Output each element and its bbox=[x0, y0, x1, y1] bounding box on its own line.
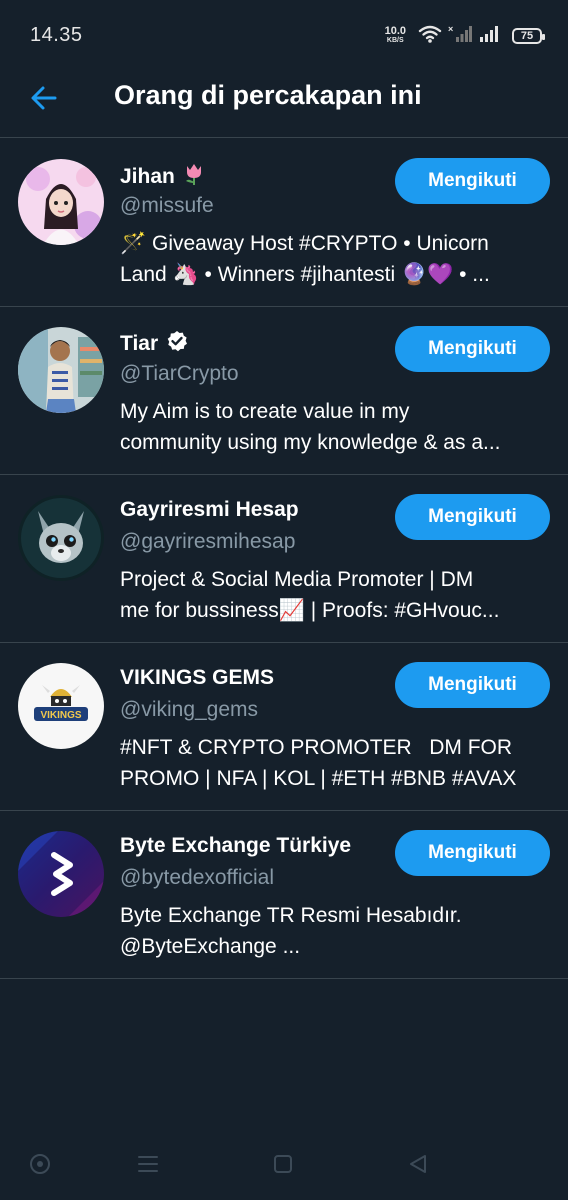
triangle-back-icon bbox=[407, 1153, 429, 1180]
page-title: Orang di percakapan ini bbox=[114, 80, 422, 110]
tulip-icon bbox=[183, 162, 205, 192]
home-button[interactable] bbox=[267, 1150, 299, 1182]
avatar-logo-text: VIKINGS bbox=[40, 710, 81, 721]
following-button[interactable]: Mengikuti bbox=[395, 326, 550, 372]
bio-line-1: Project & Social Media Promoter | DM bbox=[120, 568, 474, 591]
avatar[interactable] bbox=[18, 159, 104, 245]
battery-icon: 75 bbox=[512, 28, 545, 44]
wifi-icon bbox=[418, 24, 442, 49]
bio-line-1: Byte Exchange TR Resmi Hesabıdır. bbox=[120, 904, 462, 927]
bio-line-2: @ByteExchange ... bbox=[120, 935, 301, 958]
user-bio: 🪄 Giveaway Host #CRYPTO • Unicorn Land 🦄… bbox=[120, 228, 550, 290]
user-name-text: Tiar bbox=[120, 332, 159, 355]
bio-line-2: PROMO | NFA | KOL | #ETH #BNB #AVAX bbox=[120, 767, 517, 790]
user-name: Tiar bbox=[120, 330, 188, 358]
avatar[interactable] bbox=[18, 831, 104, 917]
user-handle: @bytedexofficial bbox=[120, 866, 275, 889]
user-name: Byte Exchange Türkiye bbox=[120, 834, 351, 858]
bio-line-1: #NFT & CRYPTO PROMOTER DM FOR bbox=[120, 736, 513, 759]
menu-button[interactable] bbox=[132, 1150, 164, 1182]
network-speed: 10.0 KB/S bbox=[384, 25, 406, 45]
following-button[interactable]: Mengikuti bbox=[395, 662, 550, 708]
avatar[interactable] bbox=[18, 327, 104, 413]
user-name-text: Gayriresmi Hesap bbox=[120, 498, 299, 521]
back-button[interactable] bbox=[22, 78, 66, 122]
status-bar: 14.35 10.0 KB/S × 75 bbox=[0, 0, 568, 70]
user-row-viking-gems[interactable]: VIKINGS VIKINGS GEMS @viking_gems #NFT &… bbox=[0, 643, 568, 811]
bio-line-1: My Aim is to create value in my bbox=[120, 400, 410, 423]
user-list: Jihan @missufe 🪄 Giveaway Host #CRYPTO •… bbox=[0, 139, 568, 979]
assistant-button[interactable] bbox=[24, 1150, 56, 1182]
following-button[interactable]: Mengikuti bbox=[395, 158, 550, 204]
avatar[interactable] bbox=[18, 495, 104, 581]
user-name: VIKINGS GEMS bbox=[120, 666, 274, 690]
menu-icon bbox=[137, 1153, 159, 1180]
status-icons: 10.0 KB/S × 75 bbox=[384, 22, 545, 50]
header: Orang di percakapan ini bbox=[0, 70, 568, 138]
status-time: 14.35 bbox=[30, 24, 83, 46]
system-nav-bar bbox=[0, 1132, 568, 1200]
user-name-text: VIKINGS GEMS bbox=[120, 666, 275, 689]
user-handle: @viking_gems bbox=[120, 698, 259, 721]
user-handle: @missufe bbox=[120, 194, 214, 217]
bio-line-1: 🪄 Giveaway Host #CRYPTO • Unicorn bbox=[120, 232, 489, 255]
screen: 14.35 10.0 KB/S × 75 Orang di percakapan… bbox=[0, 0, 568, 1200]
bio-line-2: Land 🦄 • Winners #jihantesti 🔮💜 • ... bbox=[120, 263, 490, 286]
circle-dot-icon bbox=[29, 1153, 51, 1180]
svg-text:×: × bbox=[448, 24, 453, 34]
back-nav-button[interactable] bbox=[402, 1150, 434, 1182]
signal-sim2-icon bbox=[478, 24, 500, 49]
verified-badge-icon bbox=[166, 330, 188, 358]
user-row-tiarcrypto[interactable]: Tiar @TiarCrypto My Aim is to create val… bbox=[0, 307, 568, 475]
network-speed-value: 10.0 bbox=[384, 25, 406, 37]
user-handle: @TiarCrypto bbox=[120, 362, 239, 385]
user-row-gayriresmihesap[interactable]: Gayriresmi Hesap @gayriresmihesap Projec… bbox=[0, 475, 568, 643]
user-name: Gayriresmi Hesap bbox=[120, 498, 299, 522]
user-bio: Project & Social Media Promoter | DM me … bbox=[120, 564, 550, 626]
following-button[interactable]: Mengikuti bbox=[395, 830, 550, 876]
user-name-text: Byte Exchange Türkiye bbox=[120, 834, 352, 857]
battery-level: 75 bbox=[520, 30, 534, 42]
user-name-text: Jihan bbox=[120, 165, 175, 188]
signal-sim1-icon: × bbox=[448, 24, 472, 49]
bio-line-2: community using my knowledge & as a... bbox=[120, 431, 501, 454]
arrow-left-icon bbox=[29, 83, 59, 118]
avatar[interactable]: VIKINGS bbox=[18, 663, 104, 749]
user-bio: Byte Exchange TR Resmi Hesabıdır. @ByteE… bbox=[120, 900, 550, 962]
user-bio: My Aim is to create value in my communit… bbox=[120, 396, 550, 458]
square-icon bbox=[272, 1153, 294, 1180]
user-handle: @gayriresmihesap bbox=[120, 530, 296, 553]
bio-line-2: me for bussiness📈 | Proofs: #GHvouc... bbox=[120, 599, 500, 622]
user-row-bytedexofficial[interactable]: Byte Exchange Türkiye @bytedexofficial B… bbox=[0, 811, 568, 979]
user-name: Jihan bbox=[120, 162, 205, 192]
following-button[interactable]: Mengikuti bbox=[395, 494, 550, 540]
user-row-missufe[interactable]: Jihan @missufe 🪄 Giveaway Host #CRYPTO •… bbox=[0, 139, 568, 307]
user-bio: #NFT & CRYPTO PROMOTER DM FOR PROMO | NF… bbox=[120, 732, 550, 794]
network-speed-unit: KB/S bbox=[386, 37, 404, 44]
